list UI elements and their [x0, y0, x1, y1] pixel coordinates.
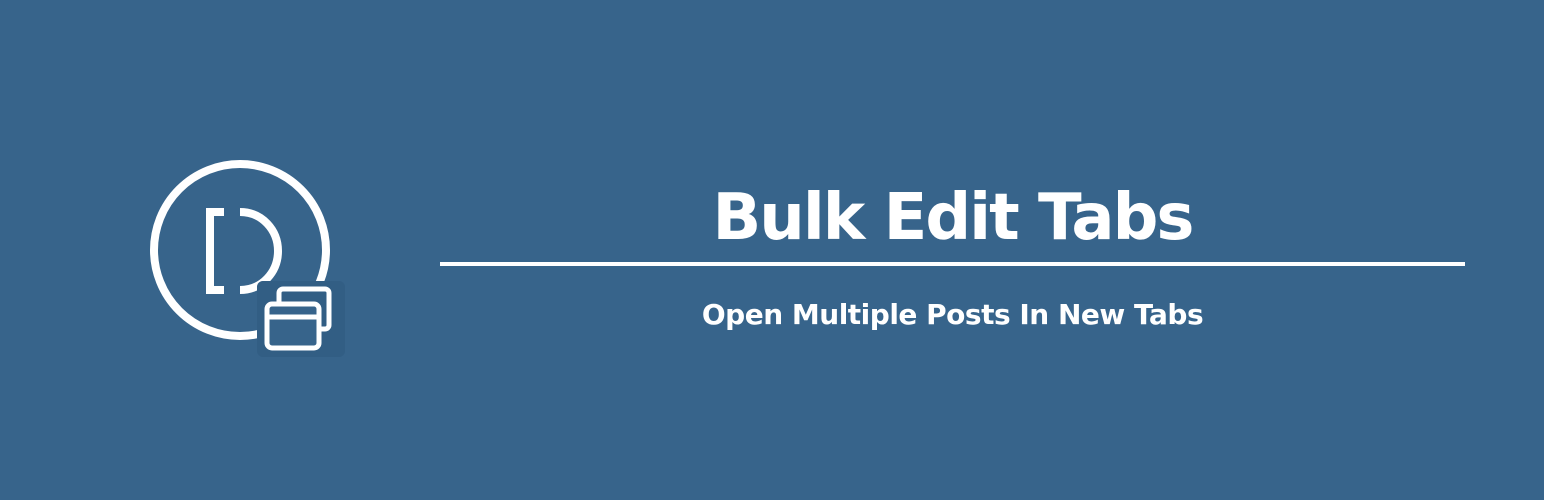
plugin-banner: Bulk Edit Tabs Open Multiple Posts In Ne… — [0, 0, 1544, 500]
banner-title: Bulk Edit Tabs — [712, 181, 1195, 255]
title-divider — [440, 262, 1465, 266]
divi-tabs-logo-icon — [150, 160, 345, 357]
banner-subtitle: Open Multiple Posts In New Tabs — [701, 298, 1204, 331]
